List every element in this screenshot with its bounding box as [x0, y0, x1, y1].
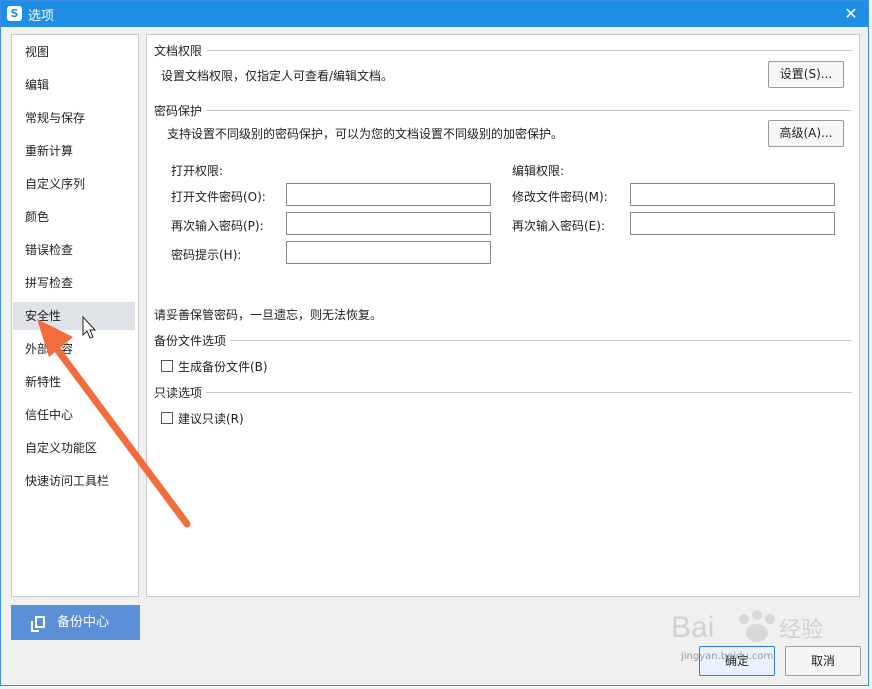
edit-confirm-field[interactable] — [630, 212, 835, 235]
sidebar-item-external-content[interactable]: 外部内容 — [13, 335, 135, 363]
wps-logo-icon: S — [7, 6, 22, 21]
watermark-url: jingyan.baidu.com — [681, 651, 774, 662]
readonly-options-title: 只读选项 — [154, 384, 207, 401]
backup-center-label: 备份中心 — [57, 615, 110, 630]
readonly-checkbox-label[interactable]: 建议只读(R) — [178, 410, 244, 427]
security-panel: 文档权限 设置文档权限，仅指定人可查看/编辑文档。 设置(S)... 密码保护 … — [146, 34, 860, 597]
paw-icon — [739, 614, 749, 624]
password-warning: 请妥善保管密码，一旦遗忘，则无法恢复。 — [154, 308, 383, 322]
open-confirm-label: 再次输入密码(P): — [171, 219, 264, 233]
sidebar-item-general-save[interactable]: 常规与保存 — [13, 104, 135, 132]
edit-rights-heading: 编辑权限: — [512, 164, 565, 178]
watermark-suffix: 经验 — [779, 618, 823, 643]
sidebar-item-customize-ribbon[interactable]: 自定义功能区 — [13, 434, 135, 462]
password-protection-desc: 支持设置不同级别的密码保护，可以为您的文档设置不同级别的加密保护。 — [167, 127, 564, 141]
sidebar-item-recalculate[interactable]: 重新计算 — [13, 137, 135, 165]
sidebar-item-color[interactable]: 颜色 — [13, 203, 135, 231]
options-dialog: S 选项 ✕ 视图 编辑 常规与保存 重新计算 自定义序列 颜色 错误检查 拼写… — [0, 0, 869, 686]
backup-center-button[interactable]: 备份中心 — [11, 605, 140, 640]
sidebar-item-trust-center[interactable]: 信任中心 — [13, 401, 135, 429]
watermark-brand: Bai — [671, 611, 714, 644]
window-title: 选项 — [28, 9, 55, 24]
readonly-checkbox[interactable] — [161, 412, 173, 424]
sidebar-item-view[interactable]: 视图 — [13, 38, 135, 66]
sidebar-item-custom-lists[interactable]: 自定义序列 — [13, 170, 135, 198]
password-hint-label: 密码提示(H): — [171, 248, 242, 262]
divider — [229, 340, 852, 341]
divider — [205, 392, 852, 393]
password-hint-field[interactable] — [286, 241, 491, 264]
backup-icon — [31, 616, 45, 632]
edit-password-field[interactable] — [630, 183, 835, 206]
sidebar-item-spell-check[interactable]: 拼写检查 — [13, 269, 135, 297]
edit-password-label: 修改文件密码(M): — [512, 190, 608, 204]
sidebar-item-new-features[interactable]: 新特性 — [13, 368, 135, 396]
open-password-label: 打开文件密码(O): — [171, 190, 266, 204]
advanced-button[interactable]: 高级(A)... — [768, 120, 844, 147]
divider — [207, 110, 852, 111]
open-confirm-field[interactable] — [286, 212, 491, 235]
title-bar: S 选项 ✕ — [1, 1, 868, 27]
edit-confirm-label: 再次输入密码(E): — [512, 219, 605, 233]
sidebar-item-edit[interactable]: 编辑 — [13, 71, 135, 99]
divider — [207, 50, 852, 51]
backup-options-title: 备份文件选项 — [154, 332, 231, 349]
backup-checkbox-label[interactable]: 生成备份文件(B) — [178, 358, 268, 375]
close-button[interactable]: ✕ — [840, 3, 862, 25]
open-password-field[interactable] — [286, 183, 491, 206]
doc-rights-desc: 设置文档权限，仅指定人可查看/编辑文档。 — [161, 69, 394, 83]
backup-checkbox[interactable] — [161, 360, 173, 372]
doc-rights-settings-button[interactable]: 设置(S)... — [768, 61, 844, 88]
password-protection-title: 密码保护 — [154, 102, 207, 119]
open-rights-heading: 打开权限: — [171, 164, 224, 178]
sidebar-item-quick-access-toolbar[interactable]: 快速访问工具栏 — [13, 467, 135, 495]
baidu-jingyan-watermark: Bai 经验 — [671, 610, 823, 644]
sidebar-item-security[interactable]: 安全性 — [13, 302, 135, 330]
doc-rights-title: 文档权限 — [154, 42, 207, 59]
sidebar-item-error-check[interactable]: 错误检查 — [13, 236, 135, 264]
options-sidebar: 视图 编辑 常规与保存 重新计算 自定义序列 颜色 错误检查 拼写检查 安全性 … — [11, 34, 139, 597]
